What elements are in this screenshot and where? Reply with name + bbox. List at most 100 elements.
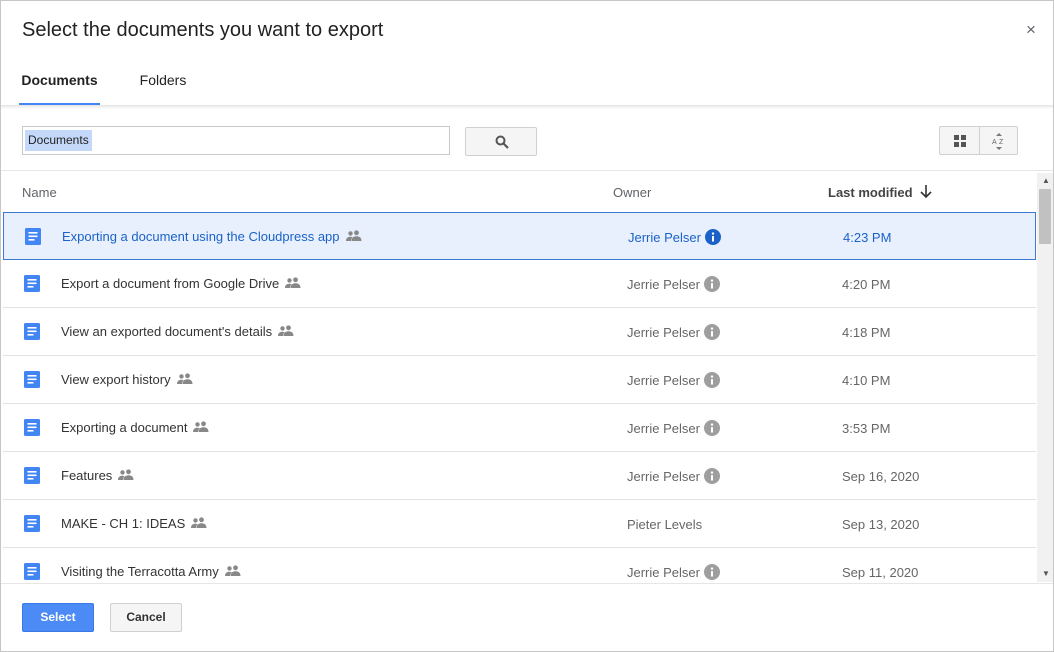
owner-name: Jerrie Pelser <box>627 373 700 388</box>
modified-date: 3:53 PM <box>842 421 891 436</box>
row-name-cell: Exporting a document <box>61 420 209 435</box>
info-icon[interactable] <box>703 420 720 437</box>
svg-text:Z: Z <box>999 139 1004 146</box>
table-row[interactable]: Visiting the Terracotta Army Jerrie Pels… <box>3 548 1036 583</box>
document-name: View an exported document's details <box>61 324 273 339</box>
document-icon <box>24 371 40 388</box>
select-button[interactable]: Select <box>22 603 94 632</box>
shared-people-icon <box>176 373 193 385</box>
arrow-down-icon[interactable] <box>919 183 933 199</box>
info-icon[interactable] <box>703 324 720 341</box>
search-input-value: Documents <box>25 130 92 151</box>
document-list: Name Owner Last modified Exporting a doc… <box>1 171 1053 583</box>
document-icon <box>24 419 40 436</box>
info-icon[interactable] <box>703 468 720 485</box>
owner-name: Jerrie Pelser <box>627 325 700 340</box>
row-name-cell: Exporting a document using the Cloudpres… <box>62 229 362 244</box>
owner-name: Jerrie Pelser <box>628 230 701 245</box>
shared-people-icon <box>193 421 209 433</box>
modified-date: 4:10 PM <box>842 373 891 388</box>
shared-people-icon <box>191 517 207 529</box>
table-row[interactable]: MAKE - CH 1: IDEAS Pieter Levels Sep 13,… <box>3 500 1036 548</box>
owner-name: Jerrie Pelser <box>627 469 700 484</box>
dialog-title: Select the documents you want to export <box>22 19 384 41</box>
document-name: Visiting the Terracotta Army <box>61 564 219 579</box>
modified-date: Sep 13, 2020 <box>842 517 920 532</box>
row-name-cell: Visiting the Terracotta Army <box>61 564 241 579</box>
document-icon <box>24 275 40 292</box>
search-button[interactable] <box>465 127 537 156</box>
cancel-button[interactable]: Cancel <box>110 603 182 632</box>
document-icon <box>24 323 40 340</box>
row-owner-cell: Jerrie Pelser <box>627 276 720 293</box>
modified-date: Sep 11, 2020 <box>842 565 919 580</box>
shared-people-icon <box>278 325 294 337</box>
row-owner-cell: Jerrie Pelser <box>627 420 720 437</box>
modified-date: Sep 16, 2020 <box>842 469 920 484</box>
row-name-cell: Features <box>61 468 134 483</box>
table-row[interactable]: Features Jerrie Pelser Sep 16, 2020 <box>3 452 1036 500</box>
row-owner-cell: Jerrie Pelser <box>627 468 720 485</box>
row-owner-cell: Jerrie Pelser <box>627 324 720 341</box>
shared-people-icon <box>285 277 301 289</box>
scroll-down-icon[interactable]: ▼ <box>1042 569 1050 578</box>
document-icon <box>24 563 40 580</box>
row-name-cell: View export history <box>61 372 193 387</box>
export-dialog: Select the documents you want to export … <box>0 0 1054 652</box>
info-icon[interactable] <box>703 372 720 389</box>
tab-shadow <box>1 105 1053 109</box>
sort-az-button[interactable]: A Z <box>979 126 1018 155</box>
document-name: Exporting a document using the Cloudpres… <box>62 229 340 244</box>
document-rows: Exporting a document using the Cloudpres… <box>3 212 1036 583</box>
modified-date: 4:20 PM <box>842 277 891 292</box>
column-header-name[interactable]: Name <box>22 185 57 200</box>
owner-name: Pieter Levels <box>627 517 703 532</box>
shared-people-icon <box>345 230 362 242</box>
tab-bar: Documents Folders <box>1 61 1053 105</box>
scroll-up-icon[interactable]: ▲ <box>1042 176 1050 185</box>
row-name-cell: MAKE - CH 1: IDEAS <box>61 516 207 531</box>
document-name: View export history <box>61 372 171 387</box>
grid-view-button[interactable] <box>939 126 980 155</box>
info-icon[interactable] <box>704 229 721 246</box>
table-row[interactable]: Exporting a document Jerrie Pelser 3:53 … <box>3 404 1036 452</box>
owner-name: Jerrie Pelser <box>627 565 700 580</box>
search-input[interactable]: Documents <box>22 126 450 155</box>
info-icon[interactable] <box>703 276 720 293</box>
document-name: Exporting a document <box>61 420 188 435</box>
table-row[interactable]: Export a document from Google Drive Jerr… <box>3 260 1036 308</box>
column-header-owner[interactable]: Owner <box>613 185 651 200</box>
owner-name: Jerrie Pelser <box>627 277 700 292</box>
document-icon <box>24 515 40 532</box>
search-icon <box>495 135 509 149</box>
row-owner-cell: Jerrie Pelser <box>627 372 720 389</box>
row-owner-cell: Jerrie Pelser <box>628 229 721 246</box>
column-header-last-modified[interactable]: Last modified <box>828 185 913 200</box>
document-name: Features <box>61 468 113 483</box>
modified-date: 4:23 PM <box>843 230 892 245</box>
table-row[interactable]: Exporting a document using the Cloudpres… <box>3 212 1036 260</box>
info-icon[interactable] <box>703 564 720 581</box>
tab-documents[interactable]: Documents <box>19 61 100 105</box>
close-icon[interactable]: × <box>1026 21 1036 38</box>
owner-name: Jerrie Pelser <box>627 421 700 436</box>
row-owner-cell: Pieter Levels <box>627 517 702 532</box>
scrollbar[interactable]: ▲ ▼ <box>1037 173 1053 582</box>
table-row[interactable]: View an exported document's details Jerr… <box>3 308 1036 356</box>
modified-date: 4:18 PM <box>842 325 891 340</box>
sort-az-icon: A Z <box>992 133 1004 150</box>
document-icon <box>24 467 40 484</box>
table-row[interactable]: View export history Jerrie Pelser 4:10 P… <box>3 356 1036 404</box>
row-owner-cell: Jerrie Pelser <box>627 564 720 581</box>
scroll-thumb[interactable] <box>1039 189 1051 244</box>
footer-divider <box>1 583 1053 584</box>
svg-text:A: A <box>992 139 997 146</box>
row-name-cell: Export a document from Google Drive <box>61 276 301 291</box>
document-name: MAKE - CH 1: IDEAS <box>61 516 186 531</box>
document-icon <box>25 228 41 245</box>
document-name: Export a document from Google Drive <box>61 276 280 291</box>
row-name-cell: View an exported document's details <box>61 324 294 339</box>
grid-view-icon <box>954 135 966 147</box>
shared-people-icon <box>224 565 241 577</box>
tab-folders[interactable]: Folders <box>134 61 192 105</box>
